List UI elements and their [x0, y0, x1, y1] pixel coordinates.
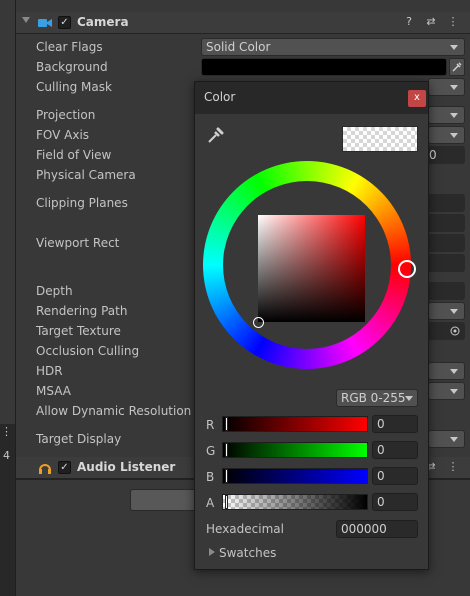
- fov-axis-dropdown[interactable]: [428, 126, 465, 144]
- clipping-near-input[interactable]: [428, 194, 465, 212]
- chevron-down-icon: [450, 85, 458, 90]
- prop-label-culling-mask: Culling Mask: [36, 80, 112, 94]
- slider-handle[interactable]: [225, 443, 228, 457]
- background-color-field[interactable]: [201, 58, 447, 76]
- prop-label-clear-flags: Clear Flags: [36, 40, 103, 54]
- alpha-slider[interactable]: [222, 494, 368, 510]
- chevron-down-icon: [450, 133, 458, 138]
- prop-label-background: Background: [36, 60, 108, 74]
- chevron-down-icon: [450, 389, 458, 394]
- slider-handle[interactable]: [225, 469, 228, 483]
- saturation-value-square[interactable]: [258, 215, 365, 322]
- chevron-down-icon: [450, 437, 458, 442]
- hexadecimal-input[interactable]: 000000: [336, 520, 418, 538]
- target-texture-field[interactable]: [428, 322, 465, 340]
- hexadecimal-label: Hexadecimal: [206, 522, 284, 536]
- camera-component-title: Camera: [77, 15, 129, 29]
- swatches-foldout-icon[interactable]: [209, 548, 215, 556]
- prop-label-depth: Depth: [36, 284, 73, 298]
- chevron-down-icon: [405, 396, 413, 401]
- object-picker-icon[interactable]: [450, 326, 460, 336]
- camera-component-header[interactable]: ✓ Camera ? ⇄ ⋮: [16, 12, 470, 34]
- left-panel-strip: ⋮ 4: [0, 0, 15, 596]
- viewport-rect-input[interactable]: [428, 234, 465, 252]
- prop-label-physical-camera: Physical Camera: [36, 168, 136, 182]
- audio-listener-title: Audio Listener: [77, 460, 176, 474]
- channel-label-r: R: [206, 418, 215, 432]
- camera-icon: [38, 19, 52, 27]
- prop-label-occlusion-culling: Occlusion Culling: [36, 344, 140, 358]
- blue-value-input[interactable]: 0: [372, 467, 418, 485]
- prop-label-allow-dynamic-resolution: Allow Dynamic Resolution: [36, 404, 192, 418]
- prop-label-field-of-view: Field of View: [36, 148, 112, 162]
- presets-icon[interactable]: ⇄: [424, 15, 438, 28]
- projection-dropdown[interactable]: [428, 106, 465, 124]
- clipping-far-input[interactable]: [428, 214, 465, 232]
- prop-label-hdr: HDR: [36, 364, 63, 378]
- prop-label-target-display: Target Display: [36, 432, 122, 446]
- depth-input[interactable]: [428, 282, 465, 300]
- red-value-input[interactable]: 0: [372, 415, 418, 433]
- clear-flags-dropdown[interactable]: Solid Color: [201, 38, 465, 56]
- field-of-view-input[interactable]: 0: [428, 146, 465, 164]
- blue-slider[interactable]: [222, 468, 368, 484]
- eyedropper-icon[interactable]: [449, 58, 465, 76]
- slider-handle[interactable]: [225, 495, 228, 509]
- prop-label-clipping-planes: Clipping Planes: [36, 196, 128, 210]
- foldout-arrow-icon[interactable]: [22, 17, 30, 23]
- kebab-menu-icon[interactable]: ⋮: [1, 426, 12, 437]
- channel-label-a: A: [206, 496, 215, 510]
- msaa-dropdown[interactable]: [428, 382, 465, 400]
- prop-label-viewport-rect: Viewport Rect: [36, 236, 120, 250]
- eyedropper-icon[interactable]: [206, 127, 224, 145]
- chevron-down-icon: [450, 45, 458, 50]
- prop-label-projection: Projection: [36, 108, 96, 122]
- color-picker-title: Color: [204, 90, 236, 104]
- color-preview-swatch: [342, 126, 418, 152]
- prop-label-rendering-path: Rendering Path: [36, 304, 128, 318]
- color-picker-window: Color x RGB 0-255 R 0 G 0 B 0 A 0 Hexade…: [194, 81, 429, 570]
- green-slider[interactable]: [222, 442, 368, 458]
- viewport-rect-input-2[interactable]: [428, 254, 465, 272]
- prop-label-target-texture: Target Texture: [36, 324, 121, 338]
- swatches-label[interactable]: Swatches: [219, 546, 276, 560]
- alpha-value-input[interactable]: 0: [372, 493, 418, 511]
- slider-handle[interactable]: [225, 417, 228, 431]
- chevron-down-icon: [450, 369, 458, 374]
- saturation-value-handle[interactable]: [253, 317, 264, 328]
- field-of-view-value: 0: [429, 148, 437, 162]
- hdr-dropdown[interactable]: [428, 362, 465, 380]
- color-picker-titlebar[interactable]: Color x: [195, 82, 428, 114]
- color-mode-dropdown[interactable]: RGB 0-255: [336, 389, 418, 407]
- prop-label-fov-axis: FOV Axis: [36, 128, 90, 142]
- clear-flags-value: Solid Color: [206, 40, 271, 54]
- color-mode-value: RGB 0-255: [341, 391, 406, 405]
- red-slider[interactable]: [222, 416, 368, 432]
- chevron-down-icon: [450, 309, 458, 314]
- camera-enabled-checkbox[interactable]: ✓: [58, 16, 71, 29]
- prop-label-msaa: MSAA: [36, 384, 71, 398]
- close-button[interactable]: x: [408, 90, 426, 107]
- headphones-icon: [39, 464, 51, 474]
- component-menu-icon[interactable]: ⋮: [446, 460, 460, 473]
- channel-label-g: G: [206, 444, 216, 458]
- channel-label-b: B: [206, 470, 215, 484]
- help-icon[interactable]: ?: [402, 15, 416, 28]
- component-menu-icon[interactable]: ⋮: [446, 15, 460, 28]
- hue-handle[interactable]: [398, 260, 416, 278]
- audio-listener-enabled-checkbox[interactable]: ✓: [58, 461, 71, 474]
- chevron-down-icon: [450, 113, 458, 118]
- rendering-path-dropdown[interactable]: [428, 302, 465, 320]
- culling-mask-dropdown[interactable]: [428, 78, 465, 96]
- target-display-dropdown[interactable]: [428, 430, 465, 448]
- left-panel-number: 4: [3, 449, 10, 462]
- green-value-input[interactable]: 0: [372, 441, 418, 459]
